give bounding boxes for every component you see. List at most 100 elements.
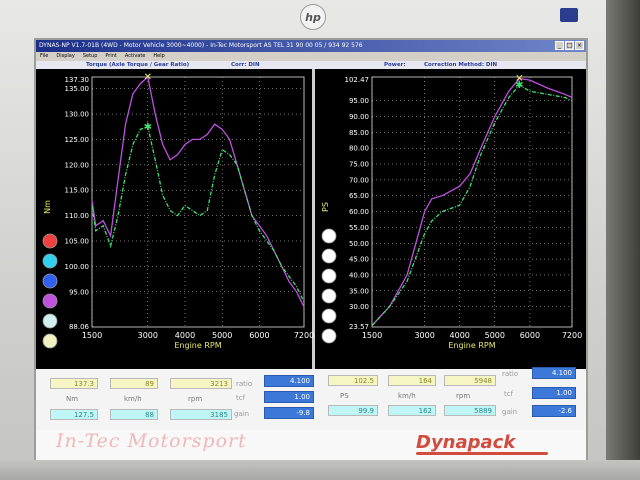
torque-ytick-4: 115.00 (65, 187, 90, 195)
torque-xtick-0: 1500 (82, 331, 102, 340)
power-ytick-0: 95.00 (349, 97, 369, 105)
dyno-charts: 135.00 130.00 125.00 120.00 115.00 110.00 105.… (42, 69, 582, 369)
torque-xtick-2: 4000 (175, 331, 195, 340)
power-ytick-6: 65.00 (349, 192, 369, 200)
chart-divider (312, 69, 315, 369)
ratio-input-right[interactable]: 4.100 (532, 367, 576, 379)
power-ytick-7: 60.00 (349, 208, 369, 216)
power-header-title: Power: (384, 62, 406, 68)
power-ytick-13: 30.00 (349, 303, 369, 311)
power-legend-dot-5 (321, 328, 337, 344)
hp-logo: hp (300, 4, 326, 30)
torque-xlabel: Engine RPM (174, 341, 221, 350)
torque-ymin-label: 88.06 (69, 323, 90, 331)
tcf-input-right[interactable]: 1.00 (532, 387, 576, 399)
torque-legend-dot-5 (42, 333, 58, 349)
monitor-bottom-bezel (0, 460, 640, 480)
torque-xtick-1: 3000 (138, 331, 158, 340)
background-cables (606, 0, 640, 480)
monitor-screen: DYNAS-NP V1.7-01B (4WD - Motor Vehicle 3… (36, 40, 586, 460)
torque-ytick-0: 135.00 (65, 85, 90, 93)
ratio-label-right: ratio (502, 370, 519, 378)
gain-label-left: gain (234, 410, 250, 418)
minimize-button[interactable]: _ (555, 41, 564, 50)
menu-print[interactable]: Print (105, 52, 117, 61)
power-legend-dot-2 (321, 268, 337, 284)
torque-ylabel: Nm (43, 200, 52, 214)
unit-kmh-label-right: km/h (398, 392, 416, 400)
power-ylabel: PS (321, 202, 330, 212)
power-ytick-8: 55.00 (349, 224, 369, 232)
menu-setup[interactable]: Setup (83, 52, 98, 61)
power-ytick-12: 35.00 (349, 287, 369, 295)
power-legend-dot-3 (321, 288, 337, 304)
gain-input-left[interactable]: -9.8 (264, 407, 314, 419)
kmh-current-field: 88 (110, 409, 158, 420)
charts-area: 135.00 130.00 125.00 120.00 115.00 110.00 105.… (36, 69, 586, 369)
plot-header-bar: Torque (Axle Torque / Gear Ratio) Corr: … (36, 61, 586, 69)
gain-label-right: gain (502, 408, 518, 416)
power-xtick-3: 5000 (485, 331, 505, 340)
torque-ytick-1: 130.00 (65, 111, 90, 119)
torque-legend-dot-3 (42, 293, 58, 309)
unit-rpm-label-right: rpm (456, 392, 471, 400)
kmh-current-field-right: 162 (388, 405, 436, 416)
menu-activate[interactable]: Activate (125, 52, 146, 61)
torque-ytick-6: 105.00 (65, 237, 90, 245)
power-ytick-9: 50.00 (349, 240, 369, 248)
window-titlebar: DYNAS-NP V1.7-01B (4WD - Motor Vehicle 3… (36, 40, 586, 52)
unit-rpm-label: rpm (188, 395, 203, 403)
power-ymin-label: 23.57 (349, 323, 369, 331)
torque-legend-dot-4 (42, 313, 58, 329)
torque-header-title: Torque (Axle Torque / Gear Ratio) (86, 62, 190, 68)
power-xtick-1: 3000 (414, 331, 434, 340)
power-ymax-label: 102.47 (345, 76, 370, 84)
monitor-badge-icon (560, 8, 578, 22)
torque-current-field: 127.5 (50, 409, 98, 420)
power-legend-dot-1 (321, 248, 337, 264)
torque-plot-frame (91, 76, 305, 328)
tcf-input-left[interactable]: 1.00 (264, 391, 314, 403)
gain-input-right[interactable]: -2.6 (532, 405, 576, 417)
torque-ymax-label: 137.30 (65, 76, 90, 84)
power-legend-dot-0 (321, 228, 337, 244)
ratio-input-left[interactable]: 4.100 (264, 375, 314, 387)
torque-header-corr: Corr: DIN (231, 62, 260, 68)
torque-xtick-3: 5000 (212, 331, 232, 340)
torque-series-1-peak-marker: ✱ (144, 122, 152, 133)
power-ytick-11: 40.00 (349, 271, 369, 279)
rpm-current-field: 3185 (170, 409, 232, 420)
torque-ytick-2: 125.00 (65, 136, 90, 144)
power-ytick-10: 45.00 (349, 256, 369, 264)
torque-ytick-7: 100.00 (65, 263, 90, 271)
menu-help[interactable]: Help (153, 52, 164, 61)
close-button[interactable]: × (575, 41, 584, 50)
menu-display[interactable]: Display (56, 52, 74, 61)
torque-legend-dot-0 (42, 233, 58, 249)
footer-logos: In-Tec Motorsport Dynapack (36, 430, 586, 460)
power-xlabel: Engine RPM (448, 341, 495, 350)
power-xtick-0: 1500 (362, 331, 382, 340)
rpm-current-field-right: 5889 (444, 405, 496, 416)
unit-nm-label: Nm (66, 395, 79, 403)
torque-xtick-5: 7200 (294, 331, 314, 340)
rpm-max-field-right: 5948 (444, 375, 496, 386)
menu-bar: File Display Setup Print Activate Help (36, 52, 586, 61)
torque-ytick-3: 120.00 (65, 161, 90, 169)
power-legend-dot-4 (321, 308, 337, 324)
power-ytick-2: 85.00 (349, 129, 369, 137)
power-current-field: 99.9 (328, 405, 378, 416)
power-max-field: 102.5 (328, 375, 378, 386)
dynapack-swoosh (416, 452, 548, 455)
dynapack-logo: Dynapack (416, 432, 516, 453)
maximize-button[interactable]: □ (565, 41, 574, 50)
power-xtick-2: 4000 (450, 331, 470, 340)
menu-file[interactable]: File (40, 52, 48, 61)
power-ytick-5: 70.00 (349, 176, 369, 184)
torque-series-0-peak-marker: ✕ (144, 72, 152, 83)
window-controls: _ □ × (555, 41, 584, 50)
torque-legend-dot-1 (42, 253, 58, 269)
power-header-corr: Correction Method: DIN (424, 62, 498, 68)
power-ytick-4: 75.00 (349, 161, 369, 169)
unit-kmh-label: km/h (124, 395, 142, 403)
